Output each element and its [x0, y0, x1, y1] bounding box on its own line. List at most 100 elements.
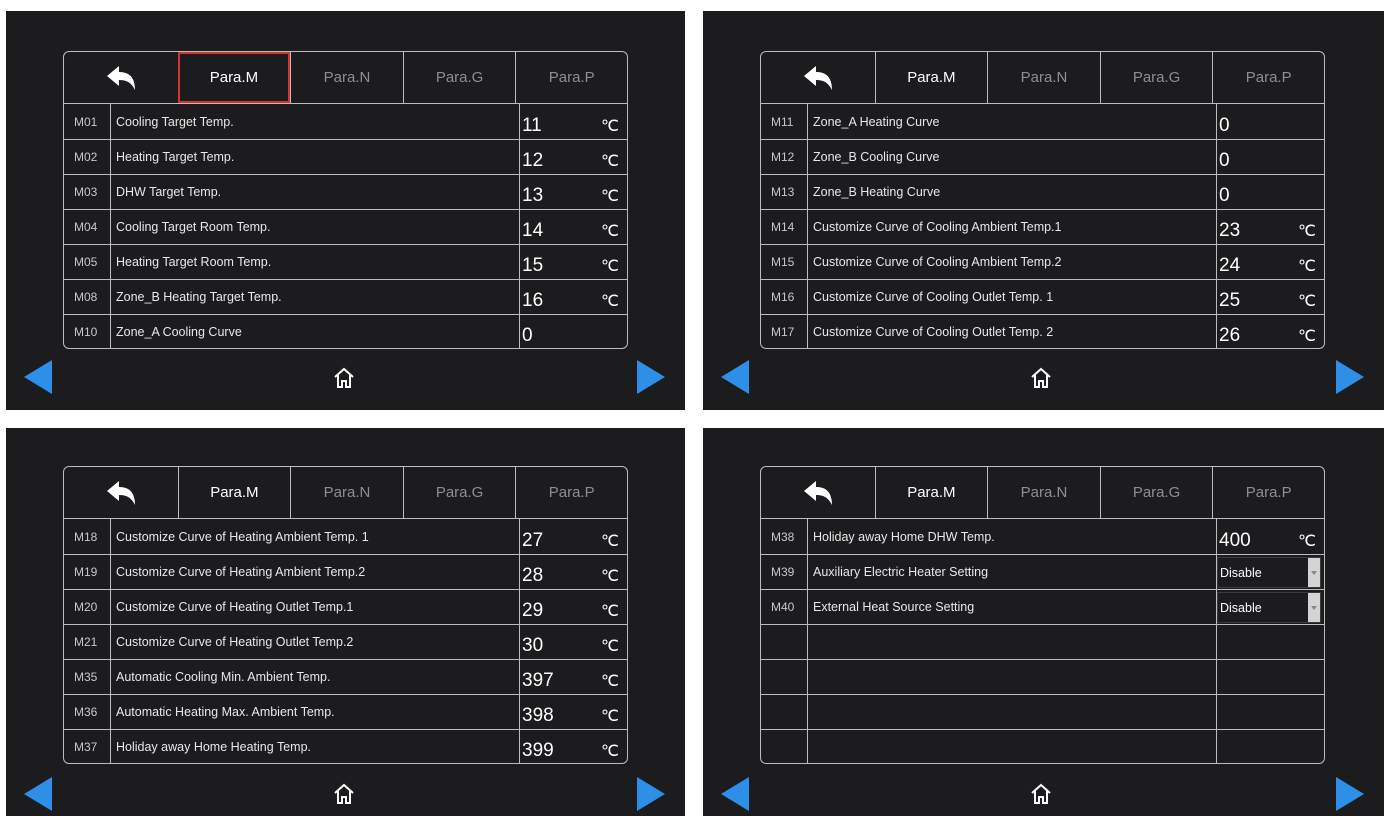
param-value-cell[interactable]: 0: [520, 315, 627, 348]
param-value-cell[interactable]: 28 ℃: [520, 555, 627, 589]
tab-para-p[interactable]: Para.P: [515, 467, 627, 518]
param-value-cell[interactable]: Disable: [1217, 590, 1324, 624]
table-row[interactable]: M38 Holiday away Home DHW Temp. 400 ℃: [761, 519, 1324, 554]
next-page-button[interactable]: [1336, 360, 1364, 394]
param-value-cell[interactable]: 12 ℃: [520, 140, 627, 174]
tab-para-g[interactable]: Para.G: [402, 52, 516, 103]
chevron-down-icon[interactable]: [1308, 558, 1320, 587]
table-row[interactable]: M36 Automatic Heating Max. Ambient Temp. 3…: [64, 694, 627, 729]
param-value-cell[interactable]: [1217, 625, 1324, 659]
home-icon[interactable]: [332, 782, 356, 806]
prev-page-button[interactable]: [24, 777, 52, 811]
table-row[interactable]: M11 Zone_A Heating Curve 0: [761, 104, 1324, 139]
table-row[interactable]: M35 Automatic Cooling Min. Ambient Temp. 3…: [64, 659, 627, 694]
tab-para-m[interactable]: Para.M: [177, 467, 291, 518]
table-row[interactable]: M12 Zone_B Cooling Curve 0: [761, 139, 1324, 174]
param-value-cell[interactable]: 23 ℃: [1217, 210, 1324, 244]
table-row[interactable]: M19 Customize Curve of Heating Ambient Te…: [64, 554, 627, 589]
table-row[interactable]: M13 Zone_B Heating Curve 0: [761, 174, 1324, 209]
table-row[interactable]: M03 DHW Target Temp. 13 ℃: [64, 174, 627, 209]
param-value-cell[interactable]: 30 ℃: [520, 625, 627, 659]
table-row[interactable]: [761, 659, 1324, 694]
prev-page-button[interactable]: [721, 360, 749, 394]
param-value-cell[interactable]: 399 ℃: [520, 730, 627, 763]
back-button[interactable]: [761, 52, 875, 103]
table-row[interactable]: M10 Zone_A Cooling Curve 0: [64, 314, 627, 348]
param-value-cell[interactable]: [1217, 695, 1324, 729]
param-value-cell[interactable]: 27 ℃: [520, 519, 627, 554]
tab-para-m[interactable]: Para.M: [874, 52, 988, 103]
param-value-cell[interactable]: 15 ℃: [520, 245, 627, 279]
chevron-down-icon[interactable]: [1308, 593, 1320, 622]
next-page-button[interactable]: [1336, 777, 1364, 811]
tab-para-n[interactable]: Para.N: [290, 467, 403, 518]
tab-para-p[interactable]: Para.P: [1212, 467, 1324, 518]
param-value-cell[interactable]: 29 ℃: [520, 590, 627, 624]
back-button[interactable]: [64, 467, 178, 518]
table-row[interactable]: M15 Customize Curve of Cooling Ambient Te…: [761, 244, 1324, 279]
table-row[interactable]: [761, 624, 1324, 659]
param-name: DHW Target Temp.: [111, 175, 520, 209]
param-value-cell[interactable]: 398 ℃: [520, 695, 627, 729]
table-row[interactable]: M02 Heating Target Temp. 12 ℃: [64, 139, 627, 174]
table-row[interactable]: M01 Cooling Target Temp. 11 ℃: [64, 104, 627, 139]
tab-para-n[interactable]: Para.N: [987, 467, 1100, 518]
back-button[interactable]: [64, 52, 178, 103]
param-value-cell[interactable]: 0: [1217, 104, 1324, 139]
tab-para-p[interactable]: Para.P: [515, 52, 627, 103]
table-row[interactable]: M16 Customize Curve of Cooling Outlet Tem…: [761, 279, 1324, 314]
param-code: M16: [761, 280, 808, 314]
tab-para-g[interactable]: Para.G: [402, 467, 516, 518]
next-page-button[interactable]: [637, 777, 665, 811]
param-value-cell[interactable]: 24 ℃: [1217, 245, 1324, 279]
back-arrow-icon: [106, 65, 135, 90]
param-value-cell[interactable]: 25 ℃: [1217, 280, 1324, 314]
table-row[interactable]: [761, 729, 1324, 763]
param-value: 0: [1219, 185, 1230, 206]
table-row[interactable]: M17 Customize Curve of Cooling Outlet Tem…: [761, 314, 1324, 348]
table-row[interactable]: M39 Auxiliary Electric Heater Setting Disa…: [761, 554, 1324, 589]
table-row[interactable]: M18 Customize Curve of Heating Ambient Te…: [64, 519, 627, 554]
param-value-cell[interactable]: 397 ℃: [520, 660, 627, 694]
prev-page-button[interactable]: [721, 777, 749, 811]
param-value-cell[interactable]: 14 ℃: [520, 210, 627, 244]
param-value-cell[interactable]: 26 ℃: [1217, 315, 1324, 348]
param-value-cell[interactable]: [1217, 660, 1324, 694]
param-value-cell[interactable]: 0: [1217, 140, 1324, 174]
table-row[interactable]: M21 Customize Curve of Heating Outlet Tem…: [64, 624, 627, 659]
back-arrow-icon: [803, 65, 832, 90]
param-value-cell[interactable]: 16 ℃: [520, 280, 627, 314]
table-row[interactable]: M04 Cooling Target Room Temp. 14 ℃: [64, 209, 627, 244]
param-code: M15: [761, 245, 808, 279]
home-icon[interactable]: [332, 366, 356, 390]
tab-para-m[interactable]: Para.M: [177, 52, 291, 103]
param-select[interactable]: Disable: [1217, 557, 1321, 588]
param-value-cell[interactable]: 0: [1217, 175, 1324, 209]
prev-page-button[interactable]: [24, 360, 52, 394]
tab-para-g[interactable]: Para.G: [1099, 467, 1213, 518]
param-select[interactable]: Disable: [1217, 592, 1321, 623]
home-icon[interactable]: [1029, 782, 1053, 806]
param-name: Customize Curve of Heating Ambient Temp.…: [111, 555, 520, 589]
table-row[interactable]: M05 Heating Target Room Temp. 15 ℃: [64, 244, 627, 279]
back-button[interactable]: [761, 467, 875, 518]
tab-para-n[interactable]: Para.N: [987, 52, 1100, 103]
next-page-button[interactable]: [637, 360, 665, 394]
home-icon[interactable]: [1029, 366, 1053, 390]
tab-para-m[interactable]: Para.M: [874, 467, 988, 518]
table-row[interactable]: M20 Customize Curve of Heating Outlet Tem…: [64, 589, 627, 624]
table-row[interactable]: M08 Zone_B Heating Target Temp. 16 ℃: [64, 279, 627, 314]
param-value-cell[interactable]: 400 ℃: [1217, 519, 1324, 554]
param-value-cell[interactable]: Disable: [1217, 555, 1324, 589]
tab-para-p[interactable]: Para.P: [1212, 52, 1324, 103]
param-value-cell[interactable]: [1217, 730, 1324, 763]
param-value-cell[interactable]: 11 ℃: [520, 104, 627, 139]
table-row[interactable]: M14 Customize Curve of Cooling Ambient Te…: [761, 209, 1324, 244]
table-row[interactable]: [761, 694, 1324, 729]
table-row[interactable]: M37 Holiday away Home Heating Temp. 399 ℃: [64, 729, 627, 763]
param-value-cell[interactable]: 13 ℃: [520, 175, 627, 209]
table-row[interactable]: M40 External Heat Source Setting Disable: [761, 589, 1324, 624]
tab-para-n[interactable]: Para.N: [290, 52, 403, 103]
tab-para-g[interactable]: Para.G: [1099, 52, 1213, 103]
param-name: Customize Curve of Heating Outlet Temp.2: [111, 625, 520, 659]
